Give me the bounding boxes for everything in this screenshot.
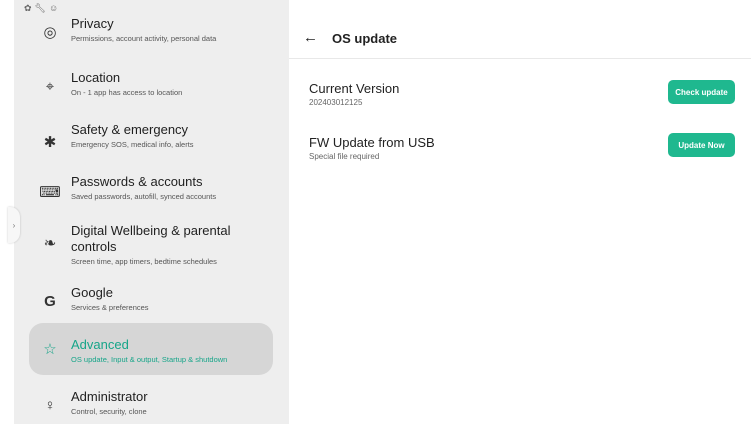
privacy-icon: ◎ [43,24,57,41]
sidebar-item-title: Google [71,285,113,300]
sidebar-item-subtitle: OS update, Input & output, Startup & shu… [71,355,228,364]
sidebar-item-subtitle: On - 1 app has access to location [71,88,183,97]
row-title: Current Version [309,81,400,96]
sidebar-item-passwords-accounts[interactable]: ⌨ Passwords & accounts Saved passwords, … [14,174,289,208]
sidebar-item-privacy[interactable]: ◎ Privacy Permissions, account activity,… [14,16,289,50]
sidebar-item-title: Privacy [71,16,114,31]
page-header: ← OS update [289,20,751,59]
sidebar-item-location[interactable]: ⌖ Location On - 1 app has access to loca… [14,70,289,104]
status-bar: ✿ 🔧︎ ☺ [24,2,58,14]
row-title: FW Update from USB [309,135,435,150]
fw-update-usb-row: FW Update from USB Special file required [309,135,435,162]
settings-sidebar: ✿ 🔧︎ ☺ ◎ Privacy Permissions, account ac… [14,0,289,424]
password-key-icon: ⌨ [39,184,61,201]
page-title: OS update [332,31,398,46]
update-now-button[interactable]: Update Now [668,133,735,157]
row-subtitle: Special file required [309,152,380,161]
administrator-icon: ♀ [44,396,56,414]
sidebar-item-subtitle: Screen time, app timers, bedtime schedul… [71,257,217,266]
sidebar-item-digital-wellbeing[interactable]: ❧ Digital Wellbeing & parental controls … [14,223,289,267]
location-pin-icon: ⌖ [45,77,55,95]
sidebar-item-subtitle: Services & preferences [71,303,149,312]
sidebar-item-title: Passwords & accounts [71,174,203,189]
wellbeing-icon: ❧ [43,235,57,252]
asterisk-icon: ✱ [43,134,57,151]
row-subtitle: 202403012125 [309,98,363,107]
sidebar-item-title: Administrator [71,389,148,404]
settings-gear-icon: ✿ [24,3,32,13]
sidebar-item-title: Digital Wellbeing & parental controls [71,223,231,254]
sidebar-item-safety-emergency[interactable]: ✱ Safety & emergency Emergency SOS, medi… [14,122,289,156]
check-update-button[interactable]: Check update [668,80,735,104]
sidebar-item-subtitle: Control, security, clone [71,407,147,416]
sidebar-item-title: Location [71,70,121,85]
wrench-icon: 🔧︎ [34,3,46,13]
chevron-right-icon: › [12,220,16,230]
panel-drag-handle[interactable]: › [8,207,20,243]
sidebar-item-title: Advanced [71,337,129,352]
sidebar-item-advanced[interactable]: ☆ Advanced OS update, Input & output, St… [29,323,273,375]
android-icon: ☺ [48,3,59,13]
sidebar-item-google[interactable]: G Google Services & preferences [14,285,289,319]
sidebar-item-subtitle: Permissions, account activity, personal … [71,34,217,43]
sidebar-item-title: Safety & emergency [71,122,189,137]
arrow-back-icon[interactable]: ← [303,29,318,46]
sidebar-item-subtitle: Emergency SOS, medical info, alerts [71,140,194,149]
sidebar-item-subtitle: Saved passwords, autofill, synced accoun… [71,192,217,201]
current-version-row: Current Version 202403012125 [309,81,399,108]
sidebar-item-administrator[interactable]: ♀ Administrator Control, security, clone [14,389,289,423]
advanced-icon: ☆ [43,341,57,358]
google-g-icon: G [44,292,56,310]
